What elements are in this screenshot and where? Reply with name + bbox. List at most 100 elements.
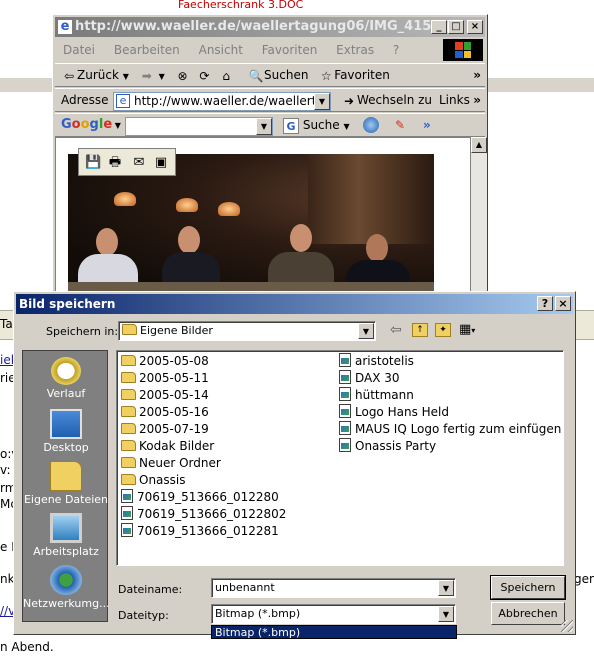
places-bar: Verlauf Desktop Eigene Dateien Arbeitspl… [22,350,110,622]
resize-grip[interactable] [561,620,573,632]
filetype-option-selected[interactable]: Bitmap (*.bmp) [211,625,457,639]
refresh-icon: ⟳ [199,68,210,83]
back-button[interactable]: ⇦ Zurück ▼ [61,64,129,88]
google-chevron[interactable]: » [423,114,431,136]
new-folder-icon[interactable]: ✦ [435,323,451,337]
list-item[interactable]: 2005-05-14 [121,387,209,404]
home-button[interactable]: ⌂ [218,64,234,86]
person-head [96,228,118,256]
filetype-dropdown[interactable]: ▼ [438,606,454,622]
list-item[interactable]: 2005-05-16 [121,404,209,421]
google-highlight-icon[interactable]: ✎ [395,114,405,136]
google-search-dropdown[interactable]: ▼ [256,118,272,135]
background-text: gen [574,572,594,586]
background-bottom-text: n Abend. [0,640,54,654]
place-verlauf[interactable]: Verlauf [23,357,109,400]
my-pictures-icon[interactable]: ▣ [153,155,169,171]
menu-help[interactable]: ? [393,43,399,57]
search-icon: 🔍 [248,68,264,83]
place-desktop[interactable]: Desktop [23,409,109,454]
file-list[interactable]: 2005-05-08 2005-05-11 2005-05-14 2005-05… [116,350,564,566]
address-dropdown[interactable]: ▼ [314,93,330,110]
links-button[interactable]: Links [439,89,470,111]
bitmap-file-icon [339,438,351,452]
view-menu-icon[interactable]: ▦▾ [459,322,475,337]
list-item[interactable]: 2005-05-08 [121,353,209,370]
save-disk-icon[interactable]: 💾 [85,155,101,171]
print-icon[interactable]: 🖶 [107,155,123,171]
bitmap-file-icon [339,370,351,384]
list-item[interactable]: DAX 30 [339,370,400,387]
vertical-scrollbar[interactable]: ▲ [471,137,487,293]
bitmap-file-icon [121,489,133,503]
save-button[interactable]: Speichern [490,575,566,600]
scroll-up-button[interactable]: ▲ [471,137,487,153]
list-item[interactable]: Onassis Party [339,438,436,455]
favorites-button[interactable]: ☆ Favoriten [318,64,390,86]
folder-icon [121,372,136,383]
browser-titlebar[interactable]: e http://www.waeller.de/waellertagung06/I… [55,17,485,37]
go-button[interactable]: ➜ Wechseln zu [341,89,432,111]
filetype-select[interactable]: Bitmap (*.bmp) ▼ [211,604,456,624]
links-chevron[interactable]: » [473,89,481,111]
close-button[interactable]: × [467,20,483,34]
forward-button[interactable]: ➡ ▼ [139,64,165,88]
place-arbeitsplatz[interactable]: Arbeitsplatz [23,513,109,558]
dialog-close-button[interactable]: × [555,296,571,311]
home-icon: ⌂ [222,68,231,83]
up-folder-icon[interactable]: ↑ [412,323,428,337]
help-button[interactable]: ? [537,296,553,311]
maximize-button[interactable]: □ [448,20,464,34]
bitmap-file-icon [339,404,351,418]
background-link[interactable]: iel [0,353,14,367]
list-item[interactable]: aristotelis [339,353,414,370]
filename-dropdown[interactable]: ▼ [438,580,454,596]
list-item[interactable]: MAUS IQ Logo fertig zum einfügen [339,421,561,438]
address-input[interactable]: e http://www.waeller.de/waellerta ▼ [113,92,331,111]
search-button[interactable]: 🔍Suchen [248,64,309,86]
list-item[interactable]: 70619_513666_012280 [121,489,279,506]
save-in-dropdown[interactable]: ▼ [358,323,374,339]
list-item[interactable]: Onassis [121,472,186,489]
list-item[interactable]: 2005-07-19 [121,421,209,438]
list-item[interactable]: 70619_513666_0122802 [121,506,286,523]
ie-icon: e [58,20,72,34]
person-head [178,226,200,254]
place-eigene-dateien[interactable]: Eigene Dateien [23,461,109,506]
dialog-titlebar[interactable]: Bild speichern ? × [16,294,573,314]
menu-extras[interactable]: Extras [336,43,374,57]
minimize-button[interactable]: _ [431,20,447,34]
list-item[interactable]: 70619_513666_012281 [121,523,279,540]
list-item[interactable]: Neuer Ordner [121,455,221,472]
toolbar-chevron[interactable]: » [473,64,481,86]
google-logo[interactable]: Google ▼ [61,114,121,137]
windows-flag-icon [455,42,471,58]
list-item[interactable]: Logo Hans Held [339,404,449,421]
save-in-combo[interactable]: Eigene Bilder ▼ [118,321,376,341]
menu-datei[interactable]: Datei [63,43,95,57]
favorites-star-icon: ☆ [320,68,332,83]
back-icon[interactable]: ⇦ [390,322,402,338]
filename-input[interactable]: unbenannt ▼ [211,578,456,598]
google-search-input[interactable]: ▼ [125,117,273,136]
mail-icon[interactable]: ✉ [131,155,147,171]
menu-ansicht[interactable]: Ansicht [199,43,243,57]
address-bar: Adresse e http://www.waeller.de/waellert… [55,88,485,112]
list-item[interactable]: 2005-05-11 [121,370,209,387]
place-netzwerk[interactable]: Netzwerkumg... [23,565,110,610]
stop-button[interactable]: ⊗ [175,64,191,86]
menu-favoriten[interactable]: Favoriten [262,43,318,57]
save-image-dialog: Bild speichern ? × Speichern in: Eigene … [13,291,576,635]
list-item[interactable]: Kodak Bilder [121,438,214,455]
bitmap-file-icon [121,523,133,537]
refresh-button[interactable]: ⟳ [196,64,212,86]
google-pagerank-icon[interactable] [363,117,379,133]
menu-bearbeiten[interactable]: Bearbeiten [114,43,180,57]
folder-icon [121,474,136,485]
standard-toolbar: ⇦ Zurück ▼ ➡ ▼ ⊗ ⟳ ⌂ 🔍Suchen ☆ Favoriten » [55,63,485,87]
google-search-button[interactable]: G Suche ▼ [283,114,350,138]
bitmap-file-icon [339,387,351,401]
cancel-button[interactable]: Abbrechen [491,602,565,625]
list-item[interactable]: hüttmann [339,387,414,404]
folder-icon [121,406,136,417]
